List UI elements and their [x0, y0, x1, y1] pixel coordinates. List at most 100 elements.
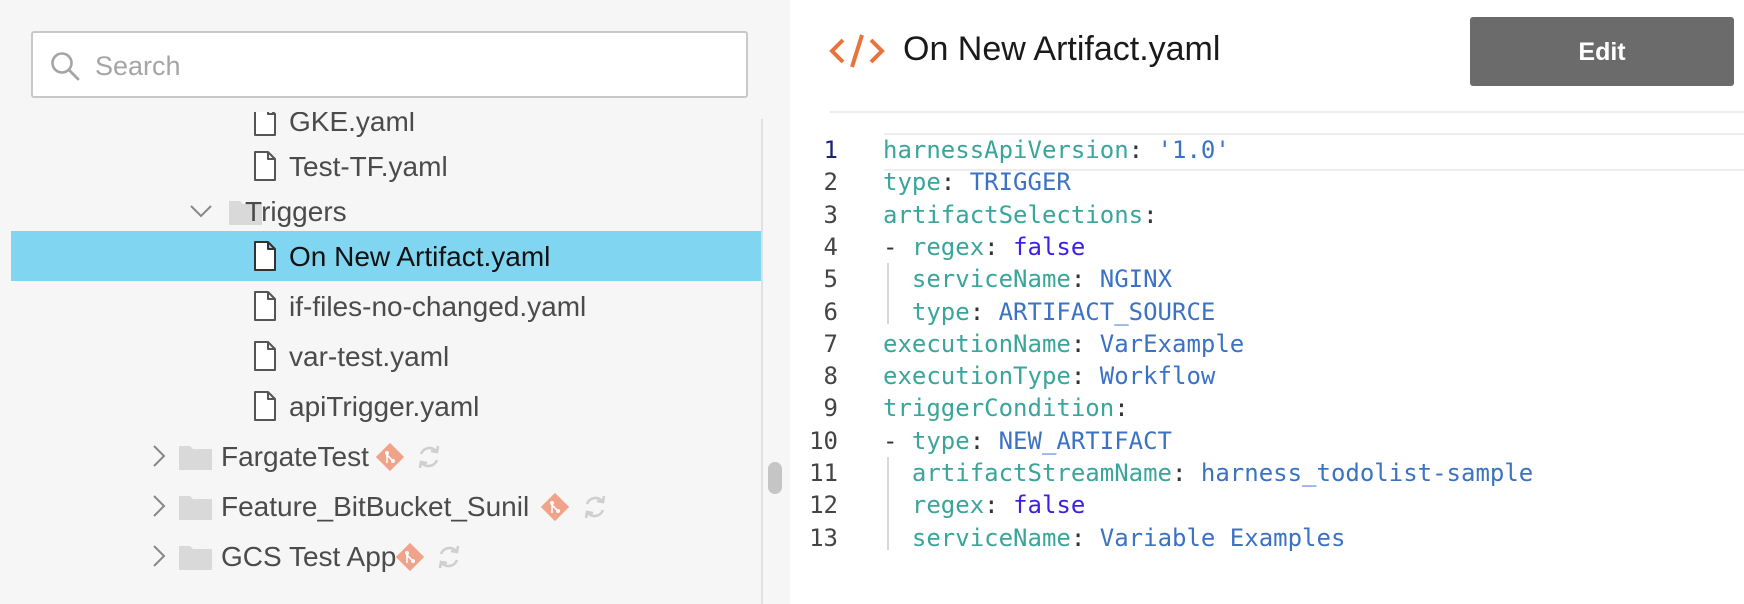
- sync-icon[interactable]: [413, 441, 445, 473]
- code-token: executionName: [883, 329, 1071, 358]
- tree-item-label: Feature_BitBucket_Sunil: [221, 491, 530, 522]
- code-line: 12 regex: false: [790, 487, 1744, 523]
- code-token: :: [940, 168, 970, 197]
- git-icon: [395, 542, 425, 572]
- chevron-right-icon[interactable]: [147, 444, 171, 468]
- line-number: 3: [823, 200, 838, 229]
- code-line: 10 - type: NEW_ARTIFACT: [790, 423, 1744, 459]
- tree-item-folder-triggers[interactable]: Triggers: [11, 186, 761, 236]
- code-token: artifactStreamName: [911, 459, 1172, 487]
- code-line: 3 artifactSelections:: [790, 197, 1744, 233]
- code-token: false: [1013, 232, 1086, 261]
- line-number: 7: [823, 329, 838, 358]
- code-text: executionType: Workflow: [883, 358, 1215, 394]
- tree-item-folder-gcs-test-app[interactable]: GCS Test App: [11, 531, 761, 581]
- line-number: 10: [809, 426, 838, 455]
- line-number: 5: [823, 265, 838, 294]
- code-token: :: [1143, 200, 1158, 229]
- line-number: 9: [823, 394, 838, 423]
- line-number: 1: [823, 136, 838, 164]
- code-line: 11 artifactStreamName: harness_todolist-…: [790, 455, 1744, 491]
- tree-item-file[interactable]: if-files-no-changed.yaml: [11, 281, 761, 331]
- sync-icon[interactable]: [433, 541, 465, 573]
- tree-item-file[interactable]: Test-TF.yaml: [11, 141, 761, 191]
- tree-item-file-selected[interactable]: On New Artifact.yaml: [11, 231, 761, 281]
- code-text: serviceName: Variable Examples: [883, 520, 1346, 556]
- tree-item-folder-fargatetest[interactable]: FargateTest: [11, 431, 761, 481]
- tree-item-label: var-test.yaml: [289, 341, 450, 372]
- tree-item-label: On New Artifact.yaml: [289, 241, 551, 272]
- file-icon: [254, 151, 276, 181]
- line-number: 4: [823, 232, 838, 261]
- folder-icon: [179, 496, 212, 520]
- code-line: 13 serviceName: Variable Examples: [790, 520, 1744, 556]
- file-icon: [254, 112, 276, 136]
- code-text: regex: false: [883, 487, 1085, 523]
- code-token: ARTIFACT_SOURCE: [998, 297, 1216, 326]
- tree-item-label: Triggers: [245, 196, 347, 227]
- code-token: '1.0': [1157, 136, 1230, 164]
- scrollbar-thumb[interactable]: [768, 462, 782, 494]
- code-token: harness_todolist-sample: [1200, 459, 1534, 487]
- tree-item-file[interactable]: var-test.yaml: [11, 331, 761, 381]
- code-token: :: [969, 297, 999, 326]
- tree-item-file[interactable]: apiTrigger.yaml: [11, 381, 761, 431]
- search-input[interactable]: [93, 41, 737, 91]
- tree-item-label: if-files-no-changed.yaml: [289, 291, 587, 322]
- tree-item-folder-feature-bitbucket-sunil[interactable]: Feature_BitBucket_Sunil: [11, 481, 761, 531]
- code-token: :: [1070, 265, 1100, 294]
- code-token: harnessApiVersion: [883, 136, 1129, 164]
- chevron-right-icon[interactable]: [147, 544, 171, 568]
- code-token: regex: [911, 232, 985, 261]
- code-line: 2 type: TRIGGER: [790, 164, 1744, 200]
- file-title: On New Artifact.yaml: [903, 30, 1221, 68]
- code-token: :: [969, 426, 999, 455]
- sync-icon[interactable]: [579, 491, 611, 523]
- tree-item-label: GKE.yaml: [289, 112, 416, 137]
- code-line: 7 executionName: VarExample: [790, 326, 1744, 362]
- tree-item-label: FargateTest: [221, 441, 369, 472]
- file-tree: GKE.yaml Test-TF.yaml Triggers On New Ar…: [0, 112, 762, 604]
- code-token: serviceName: [911, 523, 1071, 552]
- file-icon: [254, 391, 276, 421]
- code-token: :: [984, 491, 1014, 520]
- code-token: :: [1172, 459, 1201, 487]
- code-token: type: [911, 426, 970, 455]
- code-text: harnessApiVersion: '1.0': [883, 132, 1230, 168]
- code-line: 9 triggerCondition:: [790, 390, 1744, 426]
- code-token: type: [911, 297, 970, 326]
- code-token: serviceName: [911, 265, 1071, 294]
- code-line: 6 type: ARTIFACT_SOURCE: [790, 294, 1744, 330]
- search-box[interactable]: [31, 31, 748, 98]
- code-text: executionName: VarExample: [883, 326, 1244, 362]
- chevron-down-icon[interactable]: [189, 199, 213, 223]
- code-token: triggerCondition: [883, 394, 1115, 423]
- line-number: 11: [809, 459, 838, 487]
- code-editor[interactable]: 1 harnessApiVersion: '1.0' 2 type: TRIGGER 3…: [790, 132, 1744, 604]
- code-token: :: [1070, 362, 1100, 391]
- code-token: type: [883, 168, 941, 197]
- code-text: triggerCondition:: [883, 390, 1129, 426]
- code-token: regex: [911, 491, 985, 520]
- git-icon: [375, 442, 405, 472]
- file-icon: [254, 241, 276, 271]
- line-number: 6: [823, 297, 838, 326]
- chevron-right-icon[interactable]: [147, 494, 171, 518]
- code-text: artifactSelections:: [883, 197, 1158, 233]
- tree-item-label: Test-TF.yaml: [289, 151, 448, 182]
- code-text: - type: NEW_ARTIFACT: [883, 423, 1172, 459]
- code-text: type: TRIGGER: [883, 164, 1071, 200]
- line-number: 2: [823, 168, 838, 197]
- divider: [830, 111, 1744, 113]
- code-text: - regex: false: [883, 229, 1085, 265]
- code-token: -: [883, 232, 912, 261]
- edit-button[interactable]: Edit: [1470, 17, 1734, 86]
- line-number: 8: [823, 362, 838, 391]
- code-token: VarExample: [1099, 329, 1245, 358]
- code-token: NEW_ARTIFACT: [998, 426, 1172, 455]
- code-icon: [829, 34, 885, 68]
- file-tree-panel: GKE.yaml Test-TF.yaml Triggers On New Ar…: [0, 0, 790, 604]
- code-token: NGINX: [1099, 265, 1173, 294]
- code-token: -: [883, 426, 912, 455]
- code-token: :: [1114, 394, 1129, 423]
